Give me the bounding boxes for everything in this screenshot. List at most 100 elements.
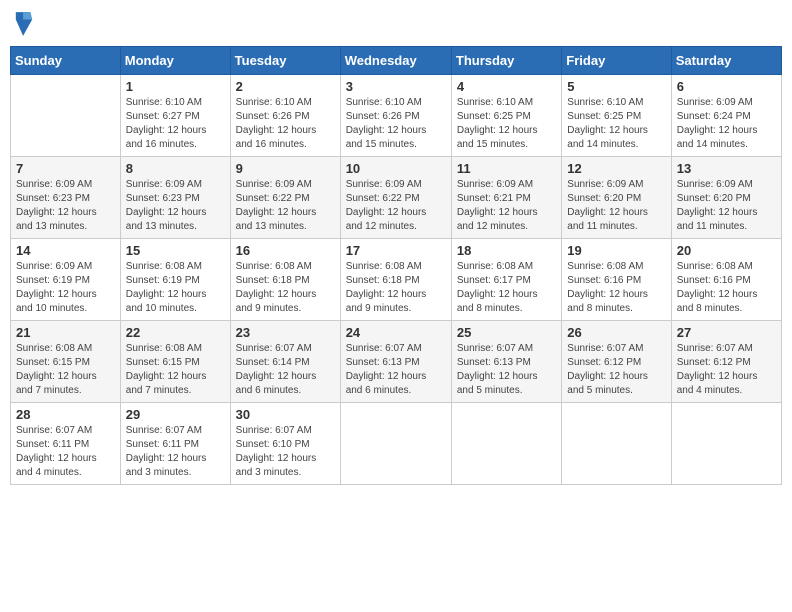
calendar-cell: 6Sunrise: 6:09 AM Sunset: 6:24 PM Daylig… bbox=[671, 75, 781, 157]
day-number: 28 bbox=[16, 407, 115, 422]
day-info: Sunrise: 6:09 AM Sunset: 6:23 PM Dayligh… bbox=[16, 178, 115, 234]
day-number: 4 bbox=[457, 79, 556, 94]
day-info: Sunrise: 6:08 AM Sunset: 6:16 PM Dayligh… bbox=[567, 260, 665, 316]
day-info: Sunrise: 6:07 AM Sunset: 6:11 PM Dayligh… bbox=[126, 424, 225, 480]
weekday-header-saturday: Saturday bbox=[671, 47, 781, 75]
calendar-cell: 24Sunrise: 6:07 AM Sunset: 6:13 PM Dayli… bbox=[340, 321, 451, 403]
page-header bbox=[10, 10, 782, 38]
day-info: Sunrise: 6:09 AM Sunset: 6:23 PM Dayligh… bbox=[126, 178, 225, 234]
calendar-cell: 3 Sunrise: 6:10 AM Sunset: 6:26 PM Daylig… bbox=[340, 75, 451, 157]
day-number: 20 bbox=[677, 243, 776, 258]
calendar-cell: 14 Sunrise: 6:09 AM Sunset: 6:19 PM Dayli… bbox=[11, 239, 121, 321]
day-info: Sunrise: 6:09 AM Sunset: 6:22 PM Dayligh… bbox=[346, 178, 446, 234]
day-number: 11 bbox=[457, 161, 556, 176]
calendar-cell: 9 Sunrise: 6:09 AM Sunset: 6:22 PM Daylig… bbox=[230, 157, 340, 239]
weekday-header-row: SundayMondayTuesdayWednesdayThursdayFrid… bbox=[11, 47, 782, 75]
calendar-cell: 20 Sunrise: 6:08 AM Sunset: 6:16 PM Dayli… bbox=[671, 239, 781, 321]
calendar-cell: 11 Sunrise: 6:09 AM Sunset: 6:21 PM Dayli… bbox=[451, 157, 561, 239]
day-info: Sunrise: 6:08 AM Sunset: 6:18 PM Dayligh… bbox=[346, 260, 446, 316]
calendar-cell bbox=[562, 403, 671, 485]
calendar-cell: 16Sunrise: 6:08 AM Sunset: 6:18 PM Dayli… bbox=[230, 239, 340, 321]
day-info: Sunrise: 6:08 AM Sunset: 6:16 PM Dayligh… bbox=[677, 260, 776, 316]
day-info: Sunrise: 6:07 AM Sunset: 6:11 PM Dayligh… bbox=[16, 424, 115, 480]
day-info: Sunrise: 6:10 AM Sunset: 6:26 PM Dayligh… bbox=[346, 96, 446, 152]
day-info: Sunrise: 6:09 AM Sunset: 6:24 PM Dayligh… bbox=[677, 96, 776, 152]
calendar-cell: 1 Sunrise: 6:10 AM Sunset: 6:27 PM Daylig… bbox=[120, 75, 230, 157]
day-info: Sunrise: 6:07 AM Sunset: 6:10 PM Dayligh… bbox=[236, 424, 335, 480]
day-number: 5 bbox=[567, 79, 665, 94]
day-info: Sunrise: 6:10 AM Sunset: 6:25 PM Dayligh… bbox=[567, 96, 665, 152]
day-number: 12 bbox=[567, 161, 665, 176]
day-number: 8 bbox=[126, 161, 225, 176]
day-info: Sunrise: 6:09 AM Sunset: 6:20 PM Dayligh… bbox=[677, 178, 776, 234]
day-info: Sunrise: 6:09 AM Sunset: 6:20 PM Dayligh… bbox=[567, 178, 665, 234]
day-info: Sunrise: 6:10 AM Sunset: 6:26 PM Dayligh… bbox=[236, 96, 335, 152]
calendar-cell: 7Sunrise: 6:09 AM Sunset: 6:23 PM Daylig… bbox=[11, 157, 121, 239]
day-number: 14 bbox=[16, 243, 115, 258]
day-info: Sunrise: 6:07 AM Sunset: 6:12 PM Dayligh… bbox=[567, 342, 665, 398]
calendar-cell: 28 Sunrise: 6:07 AM Sunset: 6:11 PM Dayli… bbox=[11, 403, 121, 485]
day-number: 21 bbox=[16, 325, 115, 340]
day-number: 18 bbox=[457, 243, 556, 258]
calendar-cell bbox=[671, 403, 781, 485]
day-info: Sunrise: 6:08 AM Sunset: 6:17 PM Dayligh… bbox=[457, 260, 556, 316]
day-number: 19 bbox=[567, 243, 665, 258]
calendar-cell: 29 Sunrise: 6:07 AM Sunset: 6:11 PM Dayli… bbox=[120, 403, 230, 485]
calendar-week-row: 14 Sunrise: 6:09 AM Sunset: 6:19 PM Dayli… bbox=[11, 239, 782, 321]
day-info: Sunrise: 6:09 AM Sunset: 6:22 PM Dayligh… bbox=[236, 178, 335, 234]
calendar-cell: 22Sunrise: 6:08 AM Sunset: 6:15 PM Dayli… bbox=[120, 321, 230, 403]
day-number: 24 bbox=[346, 325, 446, 340]
day-number: 27 bbox=[677, 325, 776, 340]
day-number: 9 bbox=[236, 161, 335, 176]
calendar-cell: 10 Sunrise: 6:09 AM Sunset: 6:22 PM Dayli… bbox=[340, 157, 451, 239]
day-number: 13 bbox=[677, 161, 776, 176]
calendar-week-row: 28 Sunrise: 6:07 AM Sunset: 6:11 PM Dayli… bbox=[11, 403, 782, 485]
calendar-cell bbox=[340, 403, 451, 485]
calendar-cell: 12 Sunrise: 6:09 AM Sunset: 6:20 PM Dayli… bbox=[562, 157, 671, 239]
day-info: Sunrise: 6:09 AM Sunset: 6:19 PM Dayligh… bbox=[16, 260, 115, 316]
day-number: 3 bbox=[346, 79, 446, 94]
day-number: 10 bbox=[346, 161, 446, 176]
day-number: 26 bbox=[567, 325, 665, 340]
calendar-cell bbox=[11, 75, 121, 157]
calendar-cell: 19 Sunrise: 6:08 AM Sunset: 6:16 PM Dayli… bbox=[562, 239, 671, 321]
calendar-cell: 27Sunrise: 6:07 AM Sunset: 6:12 PM Dayli… bbox=[671, 321, 781, 403]
calendar-cell: 15 Sunrise: 6:08 AM Sunset: 6:19 PM Dayli… bbox=[120, 239, 230, 321]
day-number: 30 bbox=[236, 407, 335, 422]
calendar-cell: 21 Sunrise: 6:08 AM Sunset: 6:15 PM Dayli… bbox=[11, 321, 121, 403]
weekday-header-monday: Monday bbox=[120, 47, 230, 75]
calendar-cell: 25 Sunrise: 6:07 AM Sunset: 6:13 PM Dayli… bbox=[451, 321, 561, 403]
weekday-header-sunday: Sunday bbox=[11, 47, 121, 75]
calendar-cell: 23Sunrise: 6:07 AM Sunset: 6:14 PM Dayli… bbox=[230, 321, 340, 403]
calendar-cell: 30 Sunrise: 6:07 AM Sunset: 6:10 PM Dayli… bbox=[230, 403, 340, 485]
calendar-week-row: 7Sunrise: 6:09 AM Sunset: 6:23 PM Daylig… bbox=[11, 157, 782, 239]
day-number: 29 bbox=[126, 407, 225, 422]
day-number: 22 bbox=[126, 325, 225, 340]
weekday-header-thursday: Thursday bbox=[451, 47, 561, 75]
calendar-cell: 17 Sunrise: 6:08 AM Sunset: 6:18 PM Dayli… bbox=[340, 239, 451, 321]
day-number: 2 bbox=[236, 79, 335, 94]
day-info: Sunrise: 6:10 AM Sunset: 6:25 PM Dayligh… bbox=[457, 96, 556, 152]
day-number: 17 bbox=[346, 243, 446, 258]
calendar-cell bbox=[451, 403, 561, 485]
day-number: 25 bbox=[457, 325, 556, 340]
day-info: Sunrise: 6:08 AM Sunset: 6:19 PM Dayligh… bbox=[126, 260, 225, 316]
calendar-week-row: 1 Sunrise: 6:10 AM Sunset: 6:27 PM Daylig… bbox=[11, 75, 782, 157]
calendar-week-row: 21 Sunrise: 6:08 AM Sunset: 6:15 PM Dayli… bbox=[11, 321, 782, 403]
weekday-header-wednesday: Wednesday bbox=[340, 47, 451, 75]
day-number: 1 bbox=[126, 79, 225, 94]
day-info: Sunrise: 6:07 AM Sunset: 6:13 PM Dayligh… bbox=[457, 342, 556, 398]
day-info: Sunrise: 6:09 AM Sunset: 6:21 PM Dayligh… bbox=[457, 178, 556, 234]
calendar-cell: 13 Sunrise: 6:09 AM Sunset: 6:20 PM Dayli… bbox=[671, 157, 781, 239]
day-number: 15 bbox=[126, 243, 225, 258]
day-info: Sunrise: 6:08 AM Sunset: 6:18 PM Dayligh… bbox=[236, 260, 335, 316]
calendar-cell: 5 Sunrise: 6:10 AM Sunset: 6:25 PM Daylig… bbox=[562, 75, 671, 157]
day-info: Sunrise: 6:08 AM Sunset: 6:15 PM Dayligh… bbox=[16, 342, 115, 398]
weekday-header-friday: Friday bbox=[562, 47, 671, 75]
calendar-cell: 18 Sunrise: 6:08 AM Sunset: 6:17 PM Dayli… bbox=[451, 239, 561, 321]
calendar-cell: 4 Sunrise: 6:10 AM Sunset: 6:25 PM Daylig… bbox=[451, 75, 561, 157]
day-info: Sunrise: 6:07 AM Sunset: 6:14 PM Dayligh… bbox=[236, 342, 335, 398]
logo bbox=[14, 10, 36, 38]
day-info: Sunrise: 6:10 AM Sunset: 6:27 PM Dayligh… bbox=[126, 96, 225, 152]
calendar-cell: 26 Sunrise: 6:07 AM Sunset: 6:12 PM Dayli… bbox=[562, 321, 671, 403]
